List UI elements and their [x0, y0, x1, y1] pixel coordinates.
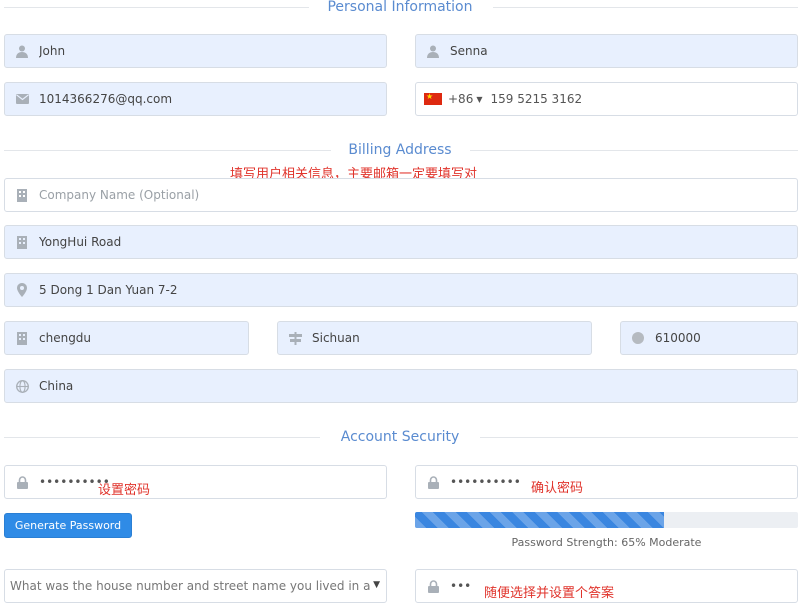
phone-field[interactable]: ★ +86 ▼ 159 5215 3162: [415, 82, 798, 116]
password-strength-fill: [415, 512, 664, 528]
state-field[interactable]: Sichuan: [277, 321, 592, 355]
last-name-value: Senna: [450, 44, 488, 58]
city-value: chengdu: [39, 331, 92, 345]
generate-password-button[interactable]: Generate Password: [4, 513, 132, 538]
country-field[interactable]: China: [4, 369, 798, 403]
circle-icon: [621, 322, 655, 354]
state-value: Sichuan: [312, 331, 360, 345]
first-name-value: John: [39, 44, 66, 58]
annotation-set-password: 设置密码: [98, 483, 151, 498]
country-value: China: [39, 379, 74, 393]
signpost-icon: [278, 322, 312, 354]
address1-value: YongHui Road: [39, 235, 122, 249]
section-account-security: Account Security: [0, 428, 800, 448]
section-billing-address: Billing Address: [0, 141, 800, 161]
security-question-select[interactable]: What was the house number and street nam…: [4, 569, 387, 603]
country-code-select[interactable]: +86 ▼: [448, 92, 482, 106]
building-icon: [5, 322, 39, 354]
annotation-choose-answer: 随便选择并设置个答案: [484, 586, 615, 601]
caret-down-icon: ▼: [476, 94, 483, 104]
first-name-field[interactable]: John: [4, 34, 387, 68]
address2-field[interactable]: 5 Dong 1 Dan Yuan 7-2: [4, 273, 798, 307]
envelope-icon: [5, 83, 39, 115]
map-marker-icon: [5, 274, 39, 306]
phone-value: 159 5215 3162: [490, 92, 583, 106]
caret-down-icon: ▼: [373, 580, 380, 590]
country-code-value: +86: [448, 92, 474, 106]
section-personal-information: Personal Information: [0, 0, 800, 18]
section-title-billing: Billing Address: [0, 141, 800, 159]
city-field[interactable]: chengdu: [4, 321, 249, 355]
lock-icon: [416, 466, 450, 498]
address2-value: 5 Dong 1 Dan Yuan 7-2: [39, 283, 178, 297]
email-value: 1014366276@qq.com: [39, 92, 173, 106]
confirm-password-field[interactable]: ••••••••••: [415, 465, 798, 499]
lock-icon: [416, 570, 450, 602]
address1-field[interactable]: YongHui Road: [4, 225, 798, 259]
lock-icon: [5, 466, 39, 498]
china-flag-icon[interactable]: ★: [424, 92, 442, 105]
last-name-field[interactable]: Senna: [415, 34, 798, 68]
section-title-personal: Personal Information: [0, 0, 800, 16]
user-icon: [416, 35, 450, 67]
email-field[interactable]: 1014366276@qq.com: [4, 82, 387, 116]
section-title-security: Account Security: [0, 428, 800, 446]
confirm-password-value: ••••••••••: [450, 475, 521, 489]
building-icon: [5, 226, 39, 258]
security-question-value: What was the house number and street nam…: [10, 579, 370, 593]
postcode-value: 610000: [655, 331, 701, 345]
password-strength-bar: [415, 512, 798, 528]
user-icon: [5, 35, 39, 67]
security-answer-value: •••: [450, 579, 472, 593]
password-field[interactable]: ••••••••••: [4, 465, 387, 499]
annotation-confirm-password: 确认密码: [531, 481, 584, 496]
postcode-field[interactable]: 610000: [620, 321, 798, 355]
password-strength-label: Password Strength: 65% Moderate: [511, 536, 702, 549]
globe-icon: [5, 370, 39, 402]
building-icon: [5, 179, 39, 211]
company-placeholder: Company Name (Optional): [39, 188, 200, 202]
company-field[interactable]: Company Name (Optional): [4, 178, 798, 212]
